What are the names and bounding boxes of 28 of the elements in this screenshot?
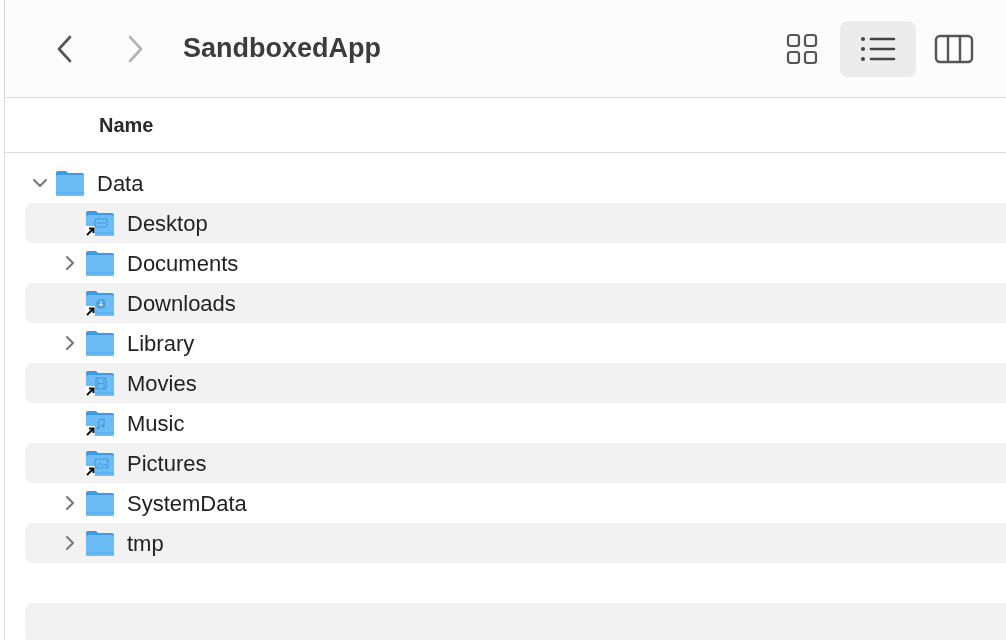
alias-arrow-icon [85,466,95,476]
alias-arrow-icon [85,226,95,236]
file-name[interactable]: Downloads [127,286,236,320]
column-header[interactable]: Name [99,110,154,140]
file-name[interactable]: Pictures [127,446,207,480]
columns-icon [934,33,974,64]
disclosure-chevron-icon[interactable] [32,178,48,188]
chevron-left-icon [57,34,73,63]
file-name[interactable]: Music [127,406,185,440]
file-name[interactable]: tmp [127,526,164,560]
disclosure-chevron-icon[interactable] [65,535,75,551]
file-name[interactable]: Library [127,326,195,360]
list-icon [860,35,896,62]
disclosure-chevron-icon[interactable] [65,255,75,271]
disclosure-chevron-icon[interactable] [65,335,75,351]
alias-arrow-icon [85,386,95,396]
file-name[interactable]: Movies [127,366,197,400]
window-title: SandboxedApp [183,32,381,66]
alias-arrow-icon [85,306,95,316]
grid-icon [786,32,818,65]
chevron-right-icon [127,34,143,63]
file-name[interactable]: Documents [127,246,239,280]
view-button[interactable] [840,20,916,77]
alias-arrow-icon [85,426,95,436]
disclosure-chevron-icon[interactable] [65,495,75,511]
file-name[interactable]: SystemData [127,486,247,520]
file-name[interactable]: Desktop [127,206,208,240]
file-name[interactable]: Data [97,166,144,200]
